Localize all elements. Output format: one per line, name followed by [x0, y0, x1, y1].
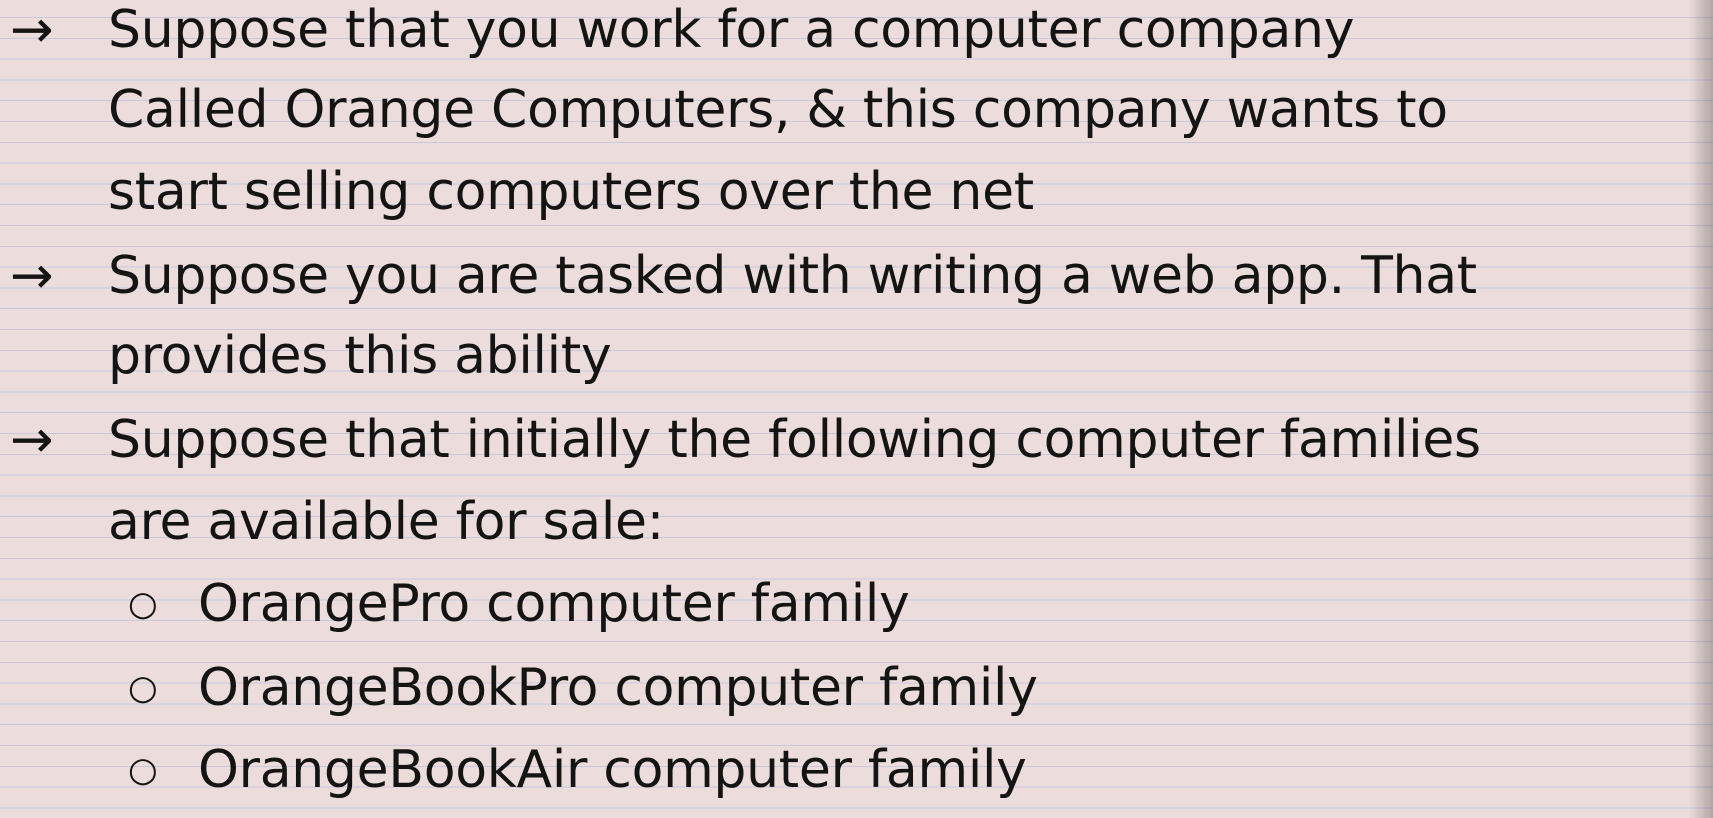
bullet-text: start selling computers over the net: [108, 162, 1034, 222]
sub-bullet-text: OrangeBookAir computer family: [198, 740, 1027, 800]
bullet-text: provides this ability: [108, 326, 612, 386]
sub-bullet-text: OrangeBookPro computer family: [198, 658, 1038, 718]
circle-bullet-icon: ○: [128, 750, 158, 790]
arrow-icon: →: [10, 410, 54, 470]
circle-bullet-icon: ○: [128, 668, 158, 708]
page-edge-shadow: [1689, 0, 1713, 818]
bullet-text: are available for sale:: [108, 492, 664, 552]
bullet-text: Called Orange Computers, & this company …: [108, 80, 1448, 140]
sub-bullet-text: OrangePro computer family: [198, 574, 910, 634]
arrow-icon: →: [10, 0, 54, 60]
bullet-text: Suppose that initially the following com…: [108, 410, 1481, 470]
bullet-text: Suppose that you work for a computer com…: [108, 0, 1355, 60]
notebook-page: → Suppose that you work for a computer c…: [0, 0, 1713, 818]
bullet-text: Suppose you are tasked with writing a we…: [108, 246, 1477, 306]
circle-bullet-icon: ○: [128, 584, 158, 624]
arrow-icon: →: [10, 246, 54, 306]
